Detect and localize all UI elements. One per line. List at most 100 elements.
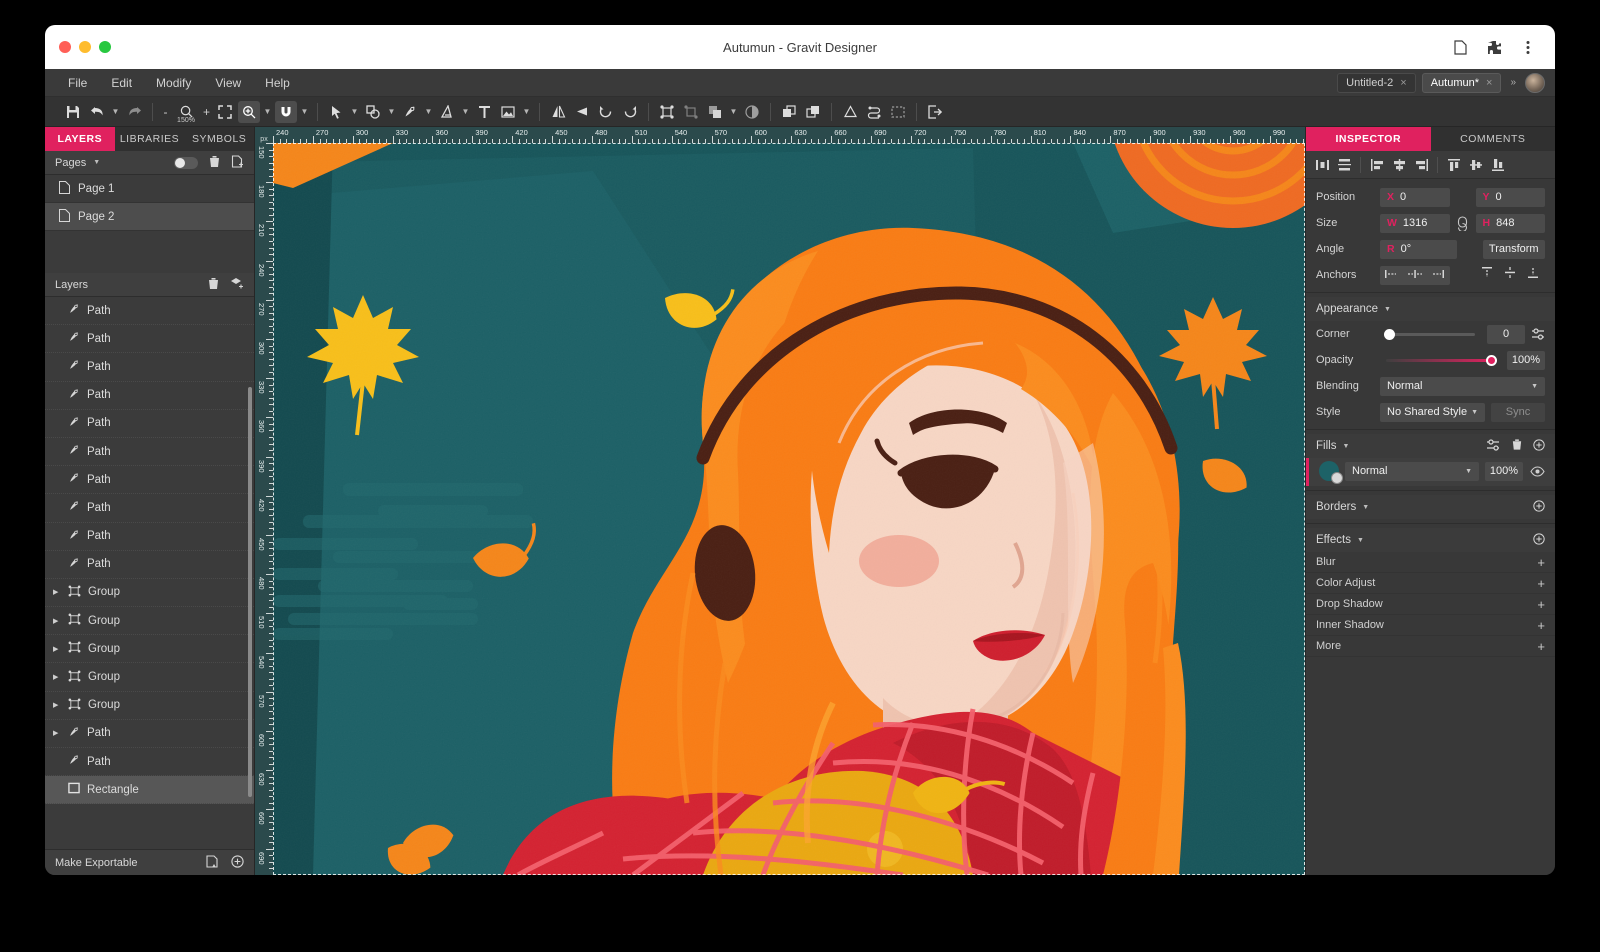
- layer-item-group-14[interactable]: ▶Group: [45, 692, 254, 720]
- layer-item-path-0[interactable]: Path: [45, 297, 254, 325]
- export-slice-icon[interactable]: [206, 855, 219, 871]
- more-vertical-icon[interactable]: [1519, 38, 1537, 56]
- tab-layers[interactable]: LAYERS: [45, 127, 115, 151]
- tab-comments[interactable]: COMMENTS: [1431, 127, 1556, 151]
- layer-item-group-11[interactable]: ▶Group: [45, 607, 254, 635]
- layers-list[interactable]: PathPathPathPathPathPathPathPathPathPath…: [45, 297, 254, 849]
- save-icon[interactable]: [62, 101, 84, 123]
- ungroup-icon[interactable]: [680, 101, 702, 123]
- layer-item-path-4[interactable]: Path: [45, 410, 254, 438]
- opacity-slider[interactable]: [1386, 359, 1495, 362]
- style-select[interactable]: No Shared Style ▼: [1380, 403, 1485, 422]
- effects-collapse-chevron-icon[interactable]: ▼: [1357, 537, 1364, 544]
- effect-row-more[interactable]: More+: [1306, 636, 1555, 657]
- convert-to-path-icon[interactable]: [839, 101, 861, 123]
- zoom-tool-icon[interactable]: [238, 101, 260, 123]
- trash-icon[interactable]: [208, 155, 221, 171]
- position-y-field[interactable]: Y 0: [1476, 188, 1546, 207]
- corner-slider-knob[interactable]: [1384, 329, 1395, 340]
- flip-vertical-icon[interactable]: [571, 101, 593, 123]
- effect-row-inner-shadow[interactable]: Inner Shadow+: [1306, 615, 1555, 636]
- zoom-out-button[interactable]: -: [160, 105, 171, 119]
- trash-icon[interactable]: [207, 277, 220, 293]
- layer-item-path-1[interactable]: Path: [45, 325, 254, 353]
- fit-icon[interactable]: [214, 101, 236, 123]
- window-controls[interactable]: [45, 41, 111, 53]
- extension-icon[interactable]: [1485, 38, 1503, 56]
- fills-collapse-chevron-icon[interactable]: ▼: [1342, 443, 1349, 450]
- expand-chevron-icon[interactable]: ▶: [53, 588, 61, 596]
- redo-icon[interactable]: [123, 101, 145, 123]
- page-item-2[interactable]: Page 2: [45, 203, 254, 231]
- layer-item-group-10[interactable]: ▶Group: [45, 579, 254, 607]
- tab-symbols[interactable]: SYMBOLS: [184, 127, 254, 151]
- layer-item-path-3[interactable]: Path: [45, 382, 254, 410]
- effect-row-blur[interactable]: Blur+: [1306, 552, 1555, 573]
- zoom-level-control[interactable]: 150%: [173, 101, 199, 123]
- pages-collapse-chevron-icon[interactable]: ▼: [93, 159, 100, 166]
- menu-modify[interactable]: Modify: [147, 73, 200, 93]
- knife-tool-icon[interactable]: [436, 101, 458, 123]
- align-center-vertical-icon[interactable]: [1466, 155, 1486, 175]
- zoom-options-chevron-icon[interactable]: ▼: [262, 102, 273, 122]
- layer-item-path-8[interactable]: Path: [45, 523, 254, 551]
- add-icon[interactable]: [231, 855, 244, 871]
- anchors-vertical-group[interactable]: [1476, 266, 1546, 285]
- align-bottom-icon[interactable]: [1488, 155, 1508, 175]
- document-tab-autumun[interactable]: Autumun* ×: [1422, 73, 1502, 93]
- expand-chevron-icon[interactable]: ▶: [53, 701, 61, 709]
- join-paths-icon[interactable]: [863, 101, 885, 123]
- add-layer-icon[interactable]: [230, 277, 244, 293]
- zoom-in-button[interactable]: +: [201, 105, 212, 119]
- pen-tool-icon[interactable]: [399, 101, 421, 123]
- anchor-right-icon[interactable]: [1431, 266, 1445, 284]
- add-effect-icon[interactable]: +: [1537, 618, 1545, 633]
- shape-options-chevron-icon[interactable]: ▼: [386, 102, 397, 122]
- appearance-collapse-chevron-icon[interactable]: ▼: [1384, 306, 1391, 313]
- position-x-field[interactable]: X 0: [1380, 188, 1450, 207]
- layer-item-path-7[interactable]: Path: [45, 494, 254, 522]
- document-tab-untitled-2[interactable]: Untitled-2 ×: [1337, 73, 1416, 93]
- pen-options-chevron-icon[interactable]: ▼: [423, 102, 434, 122]
- color-picker-icon[interactable]: [1331, 472, 1343, 484]
- fill-visibility-eye-icon[interactable]: [1529, 466, 1545, 477]
- user-avatar[interactable]: [1525, 73, 1545, 93]
- corner-slider[interactable]: [1386, 333, 1475, 336]
- align-top-icon[interactable]: [1444, 155, 1464, 175]
- image-tool-icon[interactable]: [497, 101, 519, 123]
- anchor-center-icon[interactable]: [1407, 266, 1423, 284]
- settings-icon[interactable]: [1486, 439, 1501, 454]
- menu-file[interactable]: File: [59, 73, 96, 93]
- layer-item-path-9[interactable]: Path: [45, 551, 254, 579]
- distribute-horizontal-icon[interactable]: [1312, 155, 1332, 175]
- tab-inspector[interactable]: INSPECTOR: [1306, 127, 1431, 151]
- anchor-left-icon[interactable]: [1384, 266, 1398, 284]
- blending-select[interactable]: Normal ▼: [1380, 377, 1545, 396]
- expand-chevron-icon[interactable]: ▶: [53, 617, 61, 625]
- transform-button[interactable]: Transform: [1483, 240, 1546, 259]
- size-height-field[interactable]: H 848: [1476, 214, 1546, 233]
- layers-scrollbar[interactable]: [248, 387, 252, 797]
- horizontal-ruler[interactable]: 2402703003303603904204504805105405706006…: [273, 127, 1305, 143]
- add-effect-icon[interactable]: +: [1537, 555, 1545, 570]
- close-window-button[interactable]: [59, 41, 71, 53]
- align-right-icon[interactable]: [1411, 155, 1431, 175]
- page-item-1[interactable]: Page 1: [45, 175, 254, 203]
- layer-item-path-16[interactable]: Path: [45, 748, 254, 776]
- fill-blend-select[interactable]: Normal ▼: [1345, 462, 1479, 481]
- add-effect-icon[interactable]: +: [1537, 597, 1545, 612]
- menu-view[interactable]: View: [206, 73, 250, 93]
- effect-row-color-adjust[interactable]: Color Adjust+: [1306, 573, 1555, 594]
- anchor-middle-icon[interactable]: [1504, 266, 1516, 284]
- flip-horizontal-icon[interactable]: [547, 101, 569, 123]
- add-icon[interactable]: [1533, 500, 1545, 515]
- undo-icon[interactable]: [86, 101, 108, 123]
- align-center-horizontal-icon[interactable]: [1389, 155, 1409, 175]
- tab-libraries[interactable]: LIBRARIES: [115, 127, 185, 151]
- add-icon[interactable]: [1533, 533, 1545, 548]
- expand-chevron-icon[interactable]: ▶: [53, 673, 61, 681]
- send-backward-icon[interactable]: [802, 101, 824, 123]
- add-effect-icon[interactable]: +: [1537, 639, 1545, 654]
- layer-item-rectangle-17[interactable]: Rectangle: [45, 776, 254, 804]
- pages-visibility-toggle[interactable]: [174, 157, 198, 169]
